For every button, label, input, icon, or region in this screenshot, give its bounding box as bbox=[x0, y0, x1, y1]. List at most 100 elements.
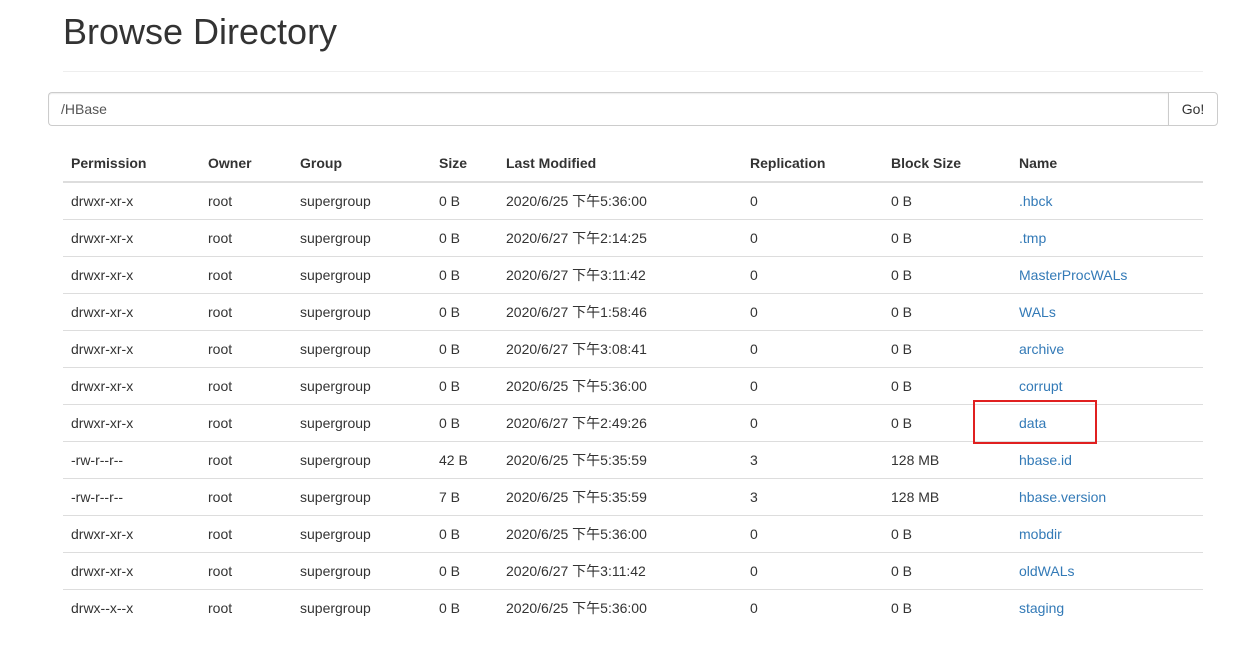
column-header-name[interactable]: Name bbox=[1011, 145, 1203, 183]
permission-cell: -rw-r--r-- bbox=[63, 478, 200, 516]
owner-cell: root bbox=[208, 600, 233, 616]
path-input[interactable] bbox=[48, 92, 1168, 126]
size-cell: 0 B bbox=[431, 256, 498, 294]
last-modified-cell: 2020/6/27 下午3:11:42 bbox=[498, 552, 742, 590]
name-cell: WALs bbox=[1011, 293, 1203, 331]
entry-name-link[interactable]: hbase.id bbox=[1019, 452, 1072, 468]
block-size-cell: 0 B bbox=[883, 182, 1011, 220]
table-row: drwxr-xr-x root supergroup 0 B 2020/6/27 下午2… bbox=[63, 219, 1203, 257]
permission-cell: drwx--x--x bbox=[71, 600, 134, 616]
last-modified-cell: 2020/6/27 下午2:49:26 bbox=[498, 404, 742, 442]
title-divider bbox=[63, 71, 1203, 72]
group-cell: supergroup bbox=[292, 552, 431, 590]
owner-cell: root bbox=[200, 293, 292, 331]
last-modified-cell: 2020/6/25 下午5:35:59 bbox=[498, 441, 742, 479]
size-cell: 0 B bbox=[431, 182, 498, 220]
block-size-cell: 0 B bbox=[883, 404, 1011, 442]
last-modified-cell: 2020/6/25 下午5:36:00 bbox=[498, 515, 742, 553]
entry-name-link[interactable]: data bbox=[1019, 415, 1046, 431]
block-size-cell: 128 MB bbox=[883, 441, 1011, 479]
entry-name-link[interactable]: .tmp bbox=[1019, 230, 1046, 246]
block-size-cell: 0 B bbox=[883, 219, 1011, 257]
group-cell: supergroup bbox=[292, 219, 431, 257]
permission-cell: drwxr-xr-x bbox=[63, 515, 200, 553]
replication-cell: 0 bbox=[742, 515, 883, 553]
column-header-size[interactable]: Size bbox=[431, 145, 498, 183]
directory-table: Permission Owner Group Size Last Modified Rep… bbox=[63, 145, 1203, 626]
entry-name-link[interactable]: mobdir bbox=[1019, 526, 1062, 542]
group-cell: supergroup bbox=[292, 441, 431, 479]
size-cell: 0 B bbox=[431, 515, 498, 553]
table-row: drwxr-xr-x root supergroup 0 B 2020/6/25 下午5… bbox=[63, 367, 1203, 405]
column-header-block-size[interactable]: Block Size bbox=[883, 145, 1011, 183]
group-cell: supergroup bbox=[292, 404, 431, 442]
column-header-last-modified[interactable]: Last Modified bbox=[498, 145, 742, 183]
entry-name-link[interactable]: MasterProcWALs bbox=[1019, 267, 1127, 283]
entry-name-link[interactable]: oldWALs bbox=[1019, 563, 1075, 579]
name-cell: .tmp bbox=[1011, 219, 1203, 257]
replication-cell: 0 bbox=[742, 367, 883, 405]
permission-cell: drwxr-xr-x bbox=[63, 404, 200, 442]
block-size-cell: 0 B bbox=[883, 515, 1011, 553]
browse-directory-page: Browse Directory Go! PermissionOwnerGrou… bbox=[0, 0, 1243, 662]
permission-cell: drwxr-xr-x bbox=[63, 182, 200, 220]
permission-cell: drwxr-xr-x bbox=[63, 552, 200, 590]
replication-cell: 0 bbox=[750, 600, 758, 616]
column-header-owner[interactable]: Owner bbox=[200, 145, 292, 183]
table-row: drwxr-xr-x root supergroup 0 B 2020/6/27 下午1… bbox=[63, 293, 1203, 331]
go-button[interactable]: Go! bbox=[1168, 92, 1218, 126]
owner-cell: root bbox=[200, 441, 292, 479]
block-size-cell: 0 B bbox=[883, 552, 1011, 590]
path-form: Go! bbox=[48, 92, 1218, 126]
table-row: drwxr-xr-x root supergroup 0 B 2020/6/27 下午3… bbox=[63, 330, 1203, 368]
permission-cell: drwxr-xr-x bbox=[63, 367, 200, 405]
group-cell: supergroup bbox=[292, 293, 431, 331]
last-modified-cell: 2020/6/25 下午5:35:59 bbox=[498, 478, 742, 516]
permission-cell: drwxr-xr-x bbox=[63, 293, 200, 331]
permission-cell: drwxr-xr-x bbox=[63, 330, 200, 368]
owner-cell: root bbox=[200, 256, 292, 294]
block-size-cell: 0 B bbox=[883, 293, 1011, 331]
entry-name-link[interactable]: .hbck bbox=[1019, 193, 1052, 209]
column-header-group[interactable]: Group bbox=[292, 145, 431, 183]
last-modified-cell: 2020/6/25 下午5:36:00 bbox=[498, 367, 742, 405]
group-cell: supergroup bbox=[292, 256, 431, 294]
size-cell: 0 B bbox=[431, 330, 498, 368]
column-header-permission[interactable]: Permission bbox=[63, 145, 200, 183]
block-size-cell: 0 B bbox=[883, 367, 1011, 405]
name-cell: MasterProcWALs bbox=[1011, 256, 1203, 294]
column-header-replication[interactable]: Replication bbox=[742, 145, 883, 183]
group-cell: supergroup bbox=[300, 600, 371, 616]
replication-cell: 0 bbox=[742, 182, 883, 220]
permission-cell: drwxr-xr-x bbox=[63, 219, 200, 257]
table-row: drwx--x--x root supergroup 0 B 2020/6/25 下午5… bbox=[63, 590, 1203, 627]
replication-cell: 0 bbox=[742, 552, 883, 590]
block-size-cell: 0 B bbox=[883, 256, 1011, 294]
name-cell: hbase.id bbox=[1011, 441, 1203, 479]
owner-cell: root bbox=[200, 182, 292, 220]
entry-name-link[interactable]: hbase.version bbox=[1019, 489, 1106, 505]
group-cell: supergroup bbox=[292, 182, 431, 220]
block-size-cell: 0 B bbox=[883, 330, 1011, 368]
replication-cell: 0 bbox=[742, 404, 883, 442]
table-row: drwxr-xr-x root supergroup 0 B 2020/6/27 下午3… bbox=[63, 552, 1203, 590]
entry-name-link[interactable]: WALs bbox=[1019, 304, 1056, 320]
last-modified-cell: 2020/6/25 下午5:36:00 bbox=[506, 600, 647, 616]
entry-name-link[interactable]: corrupt bbox=[1019, 378, 1063, 394]
last-modified-cell: 2020/6/27 下午2:14:25 bbox=[498, 219, 742, 257]
size-cell: 0 B bbox=[431, 219, 498, 257]
owner-cell: root bbox=[200, 552, 292, 590]
name-cell: mobdir bbox=[1011, 515, 1203, 553]
replication-cell: 0 bbox=[742, 219, 883, 257]
group-cell: supergroup bbox=[292, 367, 431, 405]
permission-cell: drwxr-xr-x bbox=[63, 256, 200, 294]
group-cell: supergroup bbox=[292, 330, 431, 368]
group-cell: supergroup bbox=[292, 478, 431, 516]
entry-name-link[interactable]: archive bbox=[1019, 341, 1064, 357]
name-cell: hbase.version bbox=[1011, 478, 1203, 516]
entry-name-link[interactable]: staging bbox=[1019, 600, 1064, 616]
name-cell: oldWALs bbox=[1011, 552, 1203, 590]
size-cell: 0 B bbox=[431, 404, 498, 442]
permission-cell: -rw-r--r-- bbox=[63, 441, 200, 479]
block-size-cell: 0 B bbox=[891, 600, 913, 616]
